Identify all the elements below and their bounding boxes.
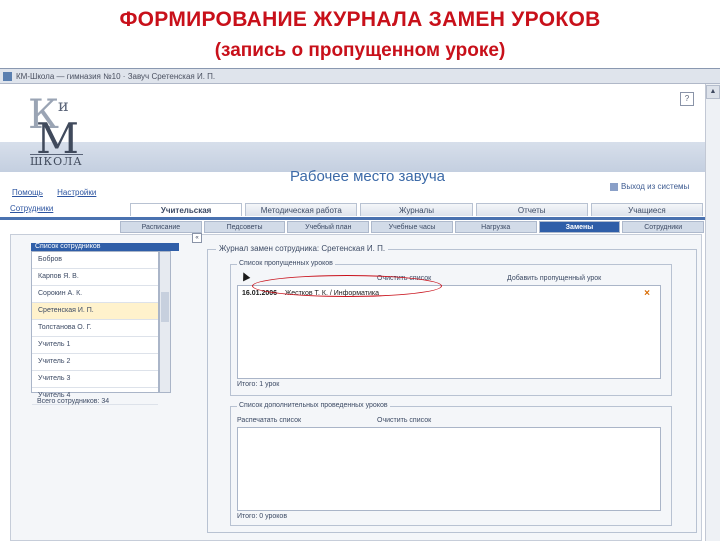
exit-label: Выход из системы (621, 182, 690, 191)
tab-staff[interactable]: Сотрудники (622, 221, 705, 233)
missed-lessons-total: Итого: 1 урок (237, 381, 280, 388)
tab-teachers[interactable]: Учительская (130, 203, 243, 216)
window-scrollbar[interactable]: ▲ (705, 84, 720, 541)
employee-list-header: Список сотрудников (31, 243, 179, 251)
extra-lessons-group: Список дополнительных проведенных уроков… (230, 402, 672, 526)
help-link[interactable]: Помощь (12, 188, 43, 197)
scroll-thumb[interactable] (161, 292, 169, 322)
logo-caption: ШКОЛА (30, 154, 83, 168)
slide-title: ФОРМИРОВАНИЕ ЖУРНАЛА ЗАМЕН УРОКОВ (119, 8, 601, 31)
tabs-divider (0, 217, 706, 220)
exit-icon (610, 182, 618, 191)
list-item-selected[interactable]: Сретенская И. П. (32, 303, 158, 320)
tab-schedule[interactable]: Расписание (120, 221, 202, 233)
tab-reports[interactable]: Отчеты (475, 203, 588, 216)
window-title: КМ-Школа — гимназия №10 · Завуч Сретенск… (16, 71, 216, 81)
app-icon (3, 71, 12, 81)
slide-subtitle: (запись о пропущенном уроке) (214, 40, 506, 61)
window-titlebar: КМ-Школа — гимназия №10 · Завуч Сретенск… (0, 69, 720, 84)
list-item[interactable]: Сорокин А. К. (32, 286, 158, 303)
list-item[interactable]: Учитель 3 (32, 371, 158, 388)
extra-lessons-total: Итого: 0 уроков (237, 513, 288, 520)
tab-replacements[interactable]: Замены (538, 221, 621, 233)
app-header: К и М ШКОЛА ? (0, 84, 706, 176)
app-content: К и М ШКОЛА ? Рабочее место завуча Выход… (0, 84, 706, 541)
tab-councils[interactable]: Педсоветы (203, 221, 286, 233)
collapse-panel-icon[interactable]: « (192, 233, 202, 243)
extra-print-link[interactable]: Распечатать список (237, 417, 301, 424)
missed-lessons-list[interactable]: 16.01.2006 Жестков Т. К. / Информатика × (237, 285, 661, 379)
tab-hours[interactable]: Учебные часы (371, 221, 453, 233)
help-icon[interactable]: ? (680, 92, 694, 106)
school-logo: К и М ШКОЛА (20, 88, 90, 168)
settings-link[interactable]: Настройки (57, 188, 96, 197)
secondary-tabs: Расписание Педсоветы Учебный план Учебны… (120, 221, 706, 233)
employee-list[interactable]: Бобров Карпов Я. В. Сорокин А. К. Сретен… (31, 251, 159, 405)
extra-lessons-list[interactable] (237, 427, 661, 511)
list-item[interactable]: Карпов Я. В. (32, 269, 158, 286)
missed-lessons-title: Список пропущенных уроков (237, 260, 335, 267)
list-item[interactable]: Толстанова О. Г. (32, 320, 158, 337)
highlight-ellipse (252, 275, 442, 297)
list-item[interactable]: Учитель 2 (32, 354, 158, 371)
top-links: Помощь Настройки (12, 188, 108, 197)
scroll-up-icon[interactable]: ▲ (706, 85, 720, 99)
tab-journals[interactable]: Журналы (360, 203, 473, 216)
employee-count: Всего сотрудников: 34 (37, 398, 110, 405)
list-item[interactable]: Бобров (32, 252, 158, 269)
employees-link[interactable]: Сотрудники (10, 204, 53, 213)
app-window: КМ-Школа — гимназия №10 · Завуч Сретенск… (0, 68, 720, 541)
delete-icon[interactable]: × (644, 288, 650, 299)
logo-letter-i: и (58, 96, 69, 115)
tab-methodical[interactable]: Методическая работа (245, 203, 358, 216)
tab-curriculum[interactable]: Учебный план (287, 221, 370, 233)
primary-tabs: Учительская Методическая работа Журналы … (130, 203, 706, 216)
employee-list-scrollbar[interactable] (159, 251, 171, 393)
extra-clear-link[interactable]: Очистить список (377, 417, 431, 424)
journal-title: Журнал замен сотрудника: Сретенская И. П… (216, 244, 389, 253)
tab-students[interactable]: Учащиеся (590, 203, 704, 216)
tab-load[interactable]: Нагрузка (454, 221, 537, 233)
employee-panel: Список сотрудников Бобров Карпов Я. В. С… (31, 235, 186, 540)
extra-lessons-title: Список дополнительных проведенных уроков (237, 402, 390, 409)
list-item[interactable]: Учитель 1 (32, 337, 158, 354)
workspace-title: Рабочее место завуча (290, 168, 446, 185)
missed-add-link[interactable]: Добавить пропущенный урок (507, 275, 601, 282)
exit-button[interactable]: Выход из системы (610, 182, 689, 191)
